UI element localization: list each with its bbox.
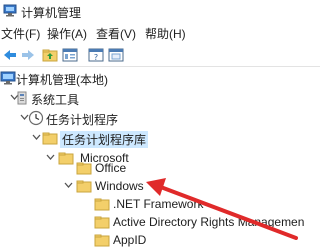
console-tree: 计算机管理(本地) 系统工具 任务计划程序 任务计划程序库 Microsoft … — [0, 68, 320, 247]
tree-node-label: Active Directory Rights Managemen — [113, 215, 305, 229]
menu-help[interactable]: 帮助(H) — [145, 25, 186, 42]
tools-icon — [17, 91, 27, 105]
clock-icon — [28, 110, 44, 126]
folder-icon — [94, 216, 110, 229]
menu-action[interactable]: 操作(A) — [47, 25, 87, 42]
folder-icon — [76, 180, 92, 193]
menu-file[interactable]: 文件(F) — [1, 25, 40, 42]
tree-node-computer-management[interactable]: 计算机管理(本地) — [0, 68, 320, 88]
chevron-down-icon[interactable] — [32, 133, 41, 142]
tree-node-label: AppID — [113, 233, 147, 247]
tree-node-label: Windows — [95, 179, 144, 193]
tree-node-label: .NET Framework — [113, 197, 204, 211]
folder-icon — [94, 234, 110, 247]
folder-icon — [94, 198, 110, 211]
toolbar: ? — [0, 44, 320, 67]
title-bar: 计算机管理 — [0, 0, 320, 22]
tree-node-label: 计算机管理(本地) — [16, 73, 108, 87]
tree-node-active-directory-rights-management[interactable]: Active Directory Rights Managemen — [0, 212, 320, 232]
window-title: 计算机管理 — [21, 6, 82, 20]
tree-node-system-tools[interactable]: 系统工具 — [0, 88, 320, 108]
computer-management-icon — [3, 4, 17, 17]
menu-bar: 文件(F) 操作(A) 查看(V) 帮助(H) — [0, 24, 320, 42]
svg-text:?: ? — [94, 53, 98, 62]
tree-node-label: 系统工具 — [31, 93, 80, 107]
menu-view[interactable]: 查看(V) — [96, 25, 136, 42]
properties-icon[interactable] — [108, 47, 124, 63]
folder-icon — [76, 162, 92, 175]
tree-node-label: Office — [95, 161, 127, 175]
tree-node-office[interactable]: Office — [0, 158, 320, 178]
tree-node-appid[interactable]: AppID — [0, 230, 320, 250]
show-hide-tree-icon[interactable] — [62, 47, 78, 63]
tree-node-label: 任务计划程序 — [46, 113, 119, 127]
tree-node-task-scheduler[interactable]: 任务计划程序 — [0, 108, 320, 128]
back-arrow-icon[interactable] — [2, 47, 18, 63]
forward-arrow-icon[interactable] — [20, 47, 36, 63]
folder-icon — [42, 132, 58, 145]
up-folder-icon[interactable] — [42, 47, 58, 63]
tree-node-task-scheduler-library[interactable]: 任务计划程序库 — [0, 128, 320, 148]
computer-management-icon — [0, 71, 16, 85]
tree-node-label: 任务计划程序库 — [60, 131, 149, 148]
tree-node-windows[interactable]: Windows — [0, 176, 320, 196]
tree-node-net-framework[interactable]: .NET Framework — [0, 194, 320, 214]
chevron-down-icon[interactable] — [64, 181, 73, 190]
help-icon[interactable]: ? — [88, 47, 104, 63]
